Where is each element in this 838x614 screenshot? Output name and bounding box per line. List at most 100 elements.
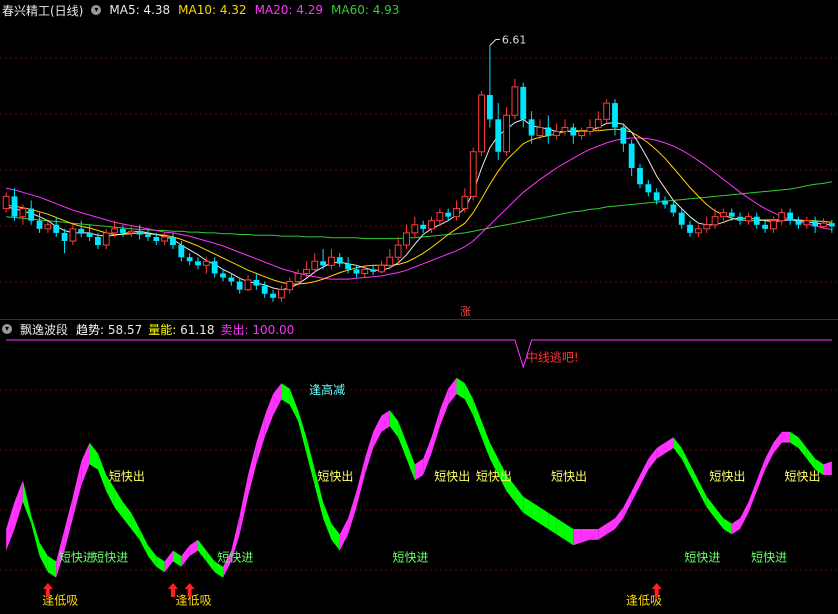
- band-segment: [798, 437, 807, 459]
- candle-body-up: [745, 216, 752, 222]
- band-segment: [181, 545, 190, 567]
- candle-body-up: [361, 268, 369, 274]
- candle-body-down: [345, 263, 352, 270]
- band-segment: [389, 410, 399, 438]
- band-segment: [298, 410, 307, 454]
- candle-body-up: [703, 224, 711, 230]
- band-segment: [64, 496, 73, 551]
- candlestick-chart: 6.61 涨: [0, 34, 838, 318]
- candle-body-down: [353, 269, 360, 274]
- band-segment: [381, 410, 390, 432]
- candle-body-down: [445, 212, 452, 217]
- ma5-line: [6, 118, 832, 291]
- candle-body-down: [670, 204, 677, 213]
- band-segment: [364, 431, 374, 475]
- candle-body-down: [11, 196, 18, 217]
- band-segment: [573, 529, 582, 546]
- candle-body-up: [453, 208, 460, 218]
- annotation-label: 短快进: [217, 550, 253, 564]
- candle-body-down: [153, 236, 160, 241]
- candle-body-up: [111, 228, 119, 234]
- band-segment: [114, 488, 123, 519]
- band-segment: [331, 523, 340, 551]
- band-segment: [373, 415, 382, 448]
- band-segment: [414, 458, 424, 481]
- band-segment: [431, 410, 440, 454]
- candle-body-down: [195, 261, 201, 266]
- peak-label: 6.61: [502, 34, 527, 47]
- candle-body-up: [511, 86, 519, 116]
- band-segment: [631, 475, 641, 502]
- dropdown-icon[interactable]: ▾: [91, 5, 102, 15]
- candle-body-up: [311, 260, 319, 270]
- ma-label-2: MA20: 4.29: [254, 3, 323, 17]
- candle-body-down: [637, 168, 643, 185]
- candle-body-up: [694, 228, 702, 234]
- candle-body-down: [28, 208, 35, 221]
- annotation-label: 短快进: [59, 550, 95, 564]
- ma-label-0: MA5: 4.38: [109, 3, 171, 17]
- candle-body-down: [36, 220, 43, 229]
- candle-body-down: [662, 200, 668, 205]
- band-segment: [348, 491, 357, 535]
- candle-body-up: [19, 208, 27, 218]
- indicator-title: 飘逸波段: [20, 322, 69, 337]
- band-segment: [673, 437, 682, 459]
- candle-body-down: [528, 119, 535, 136]
- candle-body-down: [486, 95, 493, 120]
- candle-body-down: [320, 261, 327, 266]
- band-segment: [648, 448, 657, 470]
- annotation-label: 逢高减: [309, 382, 345, 397]
- candle-body-down: [628, 143, 635, 168]
- annotation-label: 短快出: [476, 469, 512, 483]
- candle-body-down: [687, 224, 693, 233]
- annotation-label: 短快进: [684, 550, 720, 564]
- candle-body-down: [520, 86, 527, 120]
- candle-body-down: [612, 103, 618, 128]
- band-segment: [131, 512, 140, 540]
- candle-body-up: [478, 94, 485, 153]
- band-segment: [47, 556, 57, 578]
- band-segment: [748, 480, 757, 513]
- band-segment: [539, 507, 549, 529]
- band-segment: [147, 545, 157, 567]
- band-segment: [273, 383, 282, 416]
- candle-body-down: [620, 127, 627, 144]
- band-segment: [97, 453, 107, 492]
- candle-body-down: [336, 257, 343, 264]
- candle-body-up: [469, 151, 477, 197]
- candle-body-down: [228, 277, 235, 282]
- indicator-chart: 短快出 短快出 短快出 短快出 短快出 短快出 短快出逢高减短快进短快进 短快进 短快进 短快进短…: [0, 339, 838, 608]
- candle-body-down: [53, 224, 60, 233]
- ma10-line: [6, 128, 832, 285]
- band-segment: [6, 502, 15, 551]
- candle-body-up: [553, 131, 561, 137]
- band-segment: [406, 442, 415, 481]
- band-segment: [39, 542, 48, 573]
- candle-body-up: [536, 126, 544, 137]
- band-segment: [81, 442, 90, 486]
- indicator-values: 趋势: 58.57 量能: 61.18 卖出: 100.00: [76, 321, 294, 338]
- chart-title: 春兴精工(日线): [2, 3, 84, 18]
- candle-body-up: [503, 114, 510, 153]
- dropdown-icon[interactable]: ▾: [2, 324, 12, 334]
- band-segment: [765, 442, 774, 470]
- indicator-label-0: 趋势: 58.57: [76, 322, 143, 337]
- candle-body-down: [86, 232, 93, 237]
- candle-body-up: [161, 236, 169, 242]
- candle-body-up: [461, 195, 469, 210]
- candle-body-up: [594, 118, 602, 128]
- candle-body-down: [370, 269, 377, 272]
- candle-body-down: [645, 184, 652, 193]
- annotation-label: 短快进: [392, 550, 428, 564]
- annotation-label: 短快出: [434, 469, 470, 483]
- candle-body-up: [586, 126, 594, 132]
- band-segment: [623, 491, 632, 519]
- band-segment: [189, 539, 198, 556]
- candle-body-up: [44, 224, 52, 230]
- main-info-bar: 春兴精工(日线) ▾ MA5: 4.38 MA10: 4.32 MA20: 4.29…: [0, 1, 399, 19]
- candle-body-up: [378, 264, 385, 273]
- candle-body-down: [170, 236, 176, 246]
- candle-body-down: [94, 236, 101, 246]
- candle-body-up: [603, 102, 611, 120]
